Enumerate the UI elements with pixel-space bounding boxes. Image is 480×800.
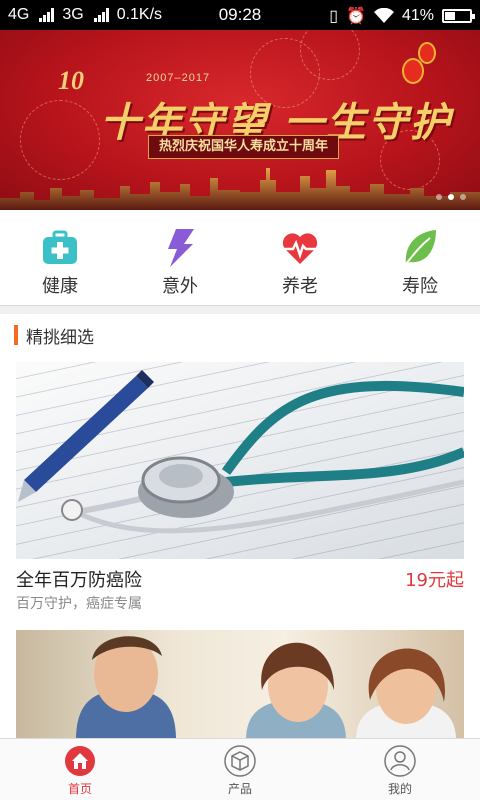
lantern-icon: [418, 42, 436, 64]
nav-home[interactable]: 首页: [0, 739, 160, 800]
medical-kit-icon: [43, 230, 77, 264]
banner-years: 2007–2017: [146, 72, 211, 84]
battery-icon: [442, 9, 475, 23]
stethoscope-illustration: [18, 370, 464, 534]
status-bar: 4G 3G 0.1K/s 09:28 ▯ ⏰ 41%: [0, 0, 480, 30]
category-label: 意外: [162, 276, 198, 297]
nav-products[interactable]: 产品: [160, 739, 320, 800]
nav-profile[interactable]: 我的: [320, 739, 480, 800]
city-skyline: [0, 168, 480, 210]
user-icon: [384, 745, 416, 777]
promo-banner[interactable]: 10 2007–2017 十年守望 一生守护 热烈庆祝国华人寿成立十周年: [0, 30, 480, 210]
product-image-stethoscope[interactable]: [16, 362, 464, 559]
nav-label: 首页: [67, 782, 92, 796]
section-accent-bar: [14, 325, 18, 345]
bottom-navigation: 首页 产品 我的: [0, 738, 480, 800]
nav-label: 我的: [387, 782, 412, 796]
alarm-icon: ⏰: [346, 8, 366, 25]
nav-label: 产品: [227, 782, 252, 796]
product-description: 百万守护，癌症专属: [16, 596, 142, 612]
category-label: 寿险: [402, 276, 438, 297]
section-divider: [0, 306, 480, 314]
carousel-dot[interactable]: [436, 194, 442, 200]
category-accident[interactable]: 意外: [120, 210, 240, 306]
status-right: ▯ ⏰ 41%: [329, 6, 475, 26]
category-label: 健康: [42, 276, 78, 297]
banner-subtitle: 热烈庆祝国华人寿成立十周年: [148, 135, 340, 159]
category-pension[interactable]: 养老: [240, 210, 360, 306]
section-title: 精挑细选: [26, 327, 94, 348]
heart-pulse-icon: [282, 233, 318, 264]
battery-percent: 41%: [401, 7, 434, 24]
category-health[interactable]: 健康: [0, 210, 120, 306]
anniversary-logo: 10: [58, 66, 84, 95]
product-name[interactable]: 全年百万防癌险: [16, 566, 142, 592]
product-price: 19元起: [405, 570, 464, 591]
cube-icon: [224, 745, 256, 777]
smiling-people-illustration: [76, 636, 456, 740]
category-life[interactable]: 寿险: [360, 210, 480, 306]
leaf-icon: [405, 230, 436, 265]
wifi-icon: [373, 8, 394, 23]
home-icon: [65, 746, 95, 776]
carousel-indicator[interactable]: [436, 194, 466, 200]
product-image-people[interactable]: [16, 630, 464, 740]
carousel-dot-active[interactable]: [448, 194, 454, 200]
carousel-dot[interactable]: [460, 194, 466, 200]
category-row: 健康 意外 养老 寿险: [0, 210, 480, 306]
section-header: 精挑细选: [14, 324, 94, 348]
vibrate-icon: ▯: [329, 8, 339, 25]
lightning-icon: [168, 229, 194, 267]
lantern-icon: [402, 58, 424, 84]
category-label: 养老: [282, 276, 318, 297]
